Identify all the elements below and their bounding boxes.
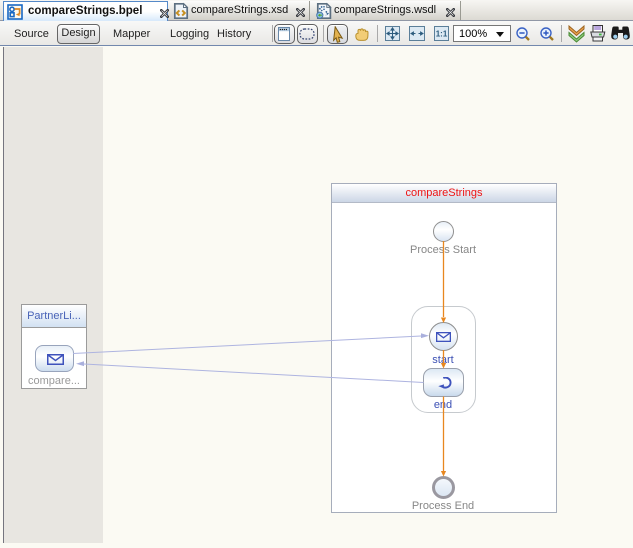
svg-text:1:1: 1:1 [436,30,448,39]
